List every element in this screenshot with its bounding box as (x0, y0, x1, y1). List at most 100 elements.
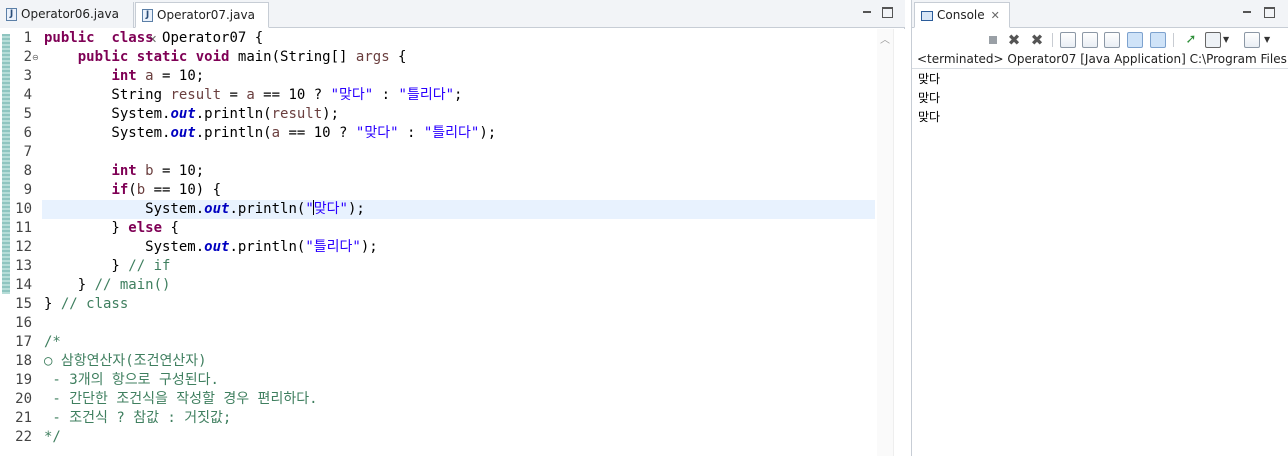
chevron-down-icon[interactable]: ▼ (1223, 32, 1231, 48)
minimize-icon[interactable] (1241, 6, 1253, 18)
code-editor[interactable]: 1 2 ⊖ 3 4 5 6 7 8 9 10 11 12 13 14 15 16 17 18 19 20 21 22 pub… (0, 29, 877, 456)
code-line[interactable]: System.out.println(a == 10 ? "맞다" : "틀리다… (44, 124, 496, 143)
code-token: "맞다" (330, 87, 374, 103)
code-line[interactable]: public static void main(String[] args { (44, 48, 407, 67)
code-token: // main() (94, 277, 171, 293)
terminate-icon[interactable] (985, 32, 1001, 48)
line-number: 7 (23, 144, 32, 160)
code-token: 맞다" (313, 201, 348, 217)
code-line[interactable]: /* (44, 333, 61, 352)
code-token: } (44, 277, 95, 293)
show-on-stdout-icon[interactable] (1127, 32, 1143, 48)
code-line[interactable]: */ (44, 428, 61, 447)
code-line[interactable]: - 간단한 조건식을 작성할 경우 편리하다. (44, 390, 317, 409)
code-line[interactable]: ○ 삼항연산자(조건연산자) (44, 352, 207, 371)
display-selected-console-icon[interactable] (1205, 32, 1221, 48)
code-line[interactable]: } // main() (44, 276, 171, 295)
chevron-down-icon[interactable]: ▼ (1264, 32, 1272, 48)
code-token: .println( (195, 125, 272, 141)
code-token: == 10 ? (254, 87, 331, 103)
clear-console-icon[interactable] (1060, 32, 1076, 48)
word-wrap-icon[interactable] (1104, 32, 1120, 48)
code-token: System. (44, 239, 205, 255)
console-launch-description: <terminated> Operator07 [Java Applicatio… (917, 52, 1287, 66)
code-token: public (77, 49, 129, 65)
code-line[interactable]: System.out.println(result); (44, 105, 339, 124)
line-number: 12 (15, 239, 32, 255)
code-token: int (111, 163, 137, 179)
maximize-icon[interactable] (1263, 6, 1275, 18)
code-line[interactable]: } else { (44, 219, 178, 238)
code-token: } (44, 258, 129, 274)
tab-console[interactable]: Console ✕ (914, 2, 1010, 28)
console-output-line: 맞다 (918, 72, 941, 86)
code-token: ); (360, 239, 378, 255)
code-token: == 10 ? (280, 125, 356, 141)
code-token: else (128, 220, 163, 236)
code-token: main(String[] (229, 49, 356, 65)
editor-vertical-scrollbar[interactable]: ︿ (877, 29, 893, 456)
line-number: 18 (15, 353, 32, 369)
overview-ruler[interactable] (893, 29, 905, 456)
code-token: "틀리다" (305, 239, 361, 255)
line-number: 17 (15, 334, 32, 350)
show-on-stderr-icon[interactable] (1150, 32, 1166, 48)
code-line[interactable]: System.out.println("틀리다"); (44, 238, 378, 257)
tab-operator07[interactable]: J Operator07.java✕ (135, 2, 269, 46)
code-line[interactable]: int b = 10; (44, 162, 204, 181)
code-token: System. (44, 106, 171, 122)
code-token: "틀리다" (423, 125, 480, 141)
code-token: ○ 삼항연산자(조건연산자) (44, 353, 207, 369)
scroll-lock-icon[interactable] (1082, 32, 1098, 48)
code-token: System. (44, 125, 171, 141)
code-token: // if (128, 258, 171, 274)
close-icon[interactable]: ✕ (991, 4, 1000, 28)
code-line[interactable]: } // class (44, 295, 128, 314)
scroll-up-icon[interactable]: ︿ (880, 31, 890, 46)
code-line[interactable]: if(b == 10) { (44, 181, 221, 200)
code-token: out (204, 239, 230, 255)
tab-label: Operator07.java (157, 8, 255, 22)
code-token: a (271, 125, 281, 141)
code-token: { (389, 49, 407, 65)
java-file-icon: J (142, 9, 153, 22)
code-line[interactable]: System.out.println("맞다"); (44, 200, 365, 219)
code-line[interactable]: - 3개의 항으로 구성된다. (44, 371, 219, 390)
pin-console-icon[interactable]: ➚ (1183, 32, 1199, 48)
remove-launch-icon[interactable]: ✖ (1006, 32, 1022, 48)
remove-all-icon[interactable]: ✖ (1029, 32, 1045, 48)
toolbar-separator (1052, 33, 1053, 47)
maximize-icon[interactable] (881, 6, 893, 18)
code-token: .println( (195, 106, 272, 122)
code-line[interactable]: } // if (44, 257, 170, 276)
code-line[interactable]: - 조건식 ? 참값 : 거짓값; (44, 409, 231, 428)
tab-operator06[interactable]: JOperator06.java✕ (0, 2, 134, 45)
console-toolbar: ✖ ✖ ➚ ▼ ▼ (912, 29, 1288, 51)
code-token: int (111, 68, 137, 84)
line-number: 6 (23, 125, 32, 141)
console-tab-label: Console (937, 8, 985, 22)
toolbar-separator (1173, 33, 1174, 47)
code-token: ); (322, 106, 340, 122)
console-output[interactable]: 맞다 맞다 맞다 (918, 70, 940, 127)
code-token: - 3개의 항으로 구성된다. (44, 372, 219, 388)
code-line[interactable]: public class Operator07 { (44, 29, 263, 48)
line-number: 2 (23, 49, 32, 65)
code-token: == 10) { (145, 182, 222, 198)
open-console-icon[interactable] (1244, 32, 1260, 48)
line-number: 13 (15, 258, 32, 274)
line-number: 4 (23, 87, 32, 103)
minimize-icon[interactable] (861, 6, 873, 18)
code-line[interactable]: String result = a == 10 ? "맞다" : "틀리다"; (44, 86, 462, 105)
fold-icon[interactable]: ⊖ (32, 48, 39, 67)
code-line[interactable]: int a = 10; (44, 67, 204, 86)
code-token: out (204, 201, 230, 217)
editor-tab-bar: JOperator06.java✕ JOperator07.java✕ (0, 0, 905, 46)
code-token: = (221, 87, 247, 103)
code-token: a (246, 87, 255, 103)
